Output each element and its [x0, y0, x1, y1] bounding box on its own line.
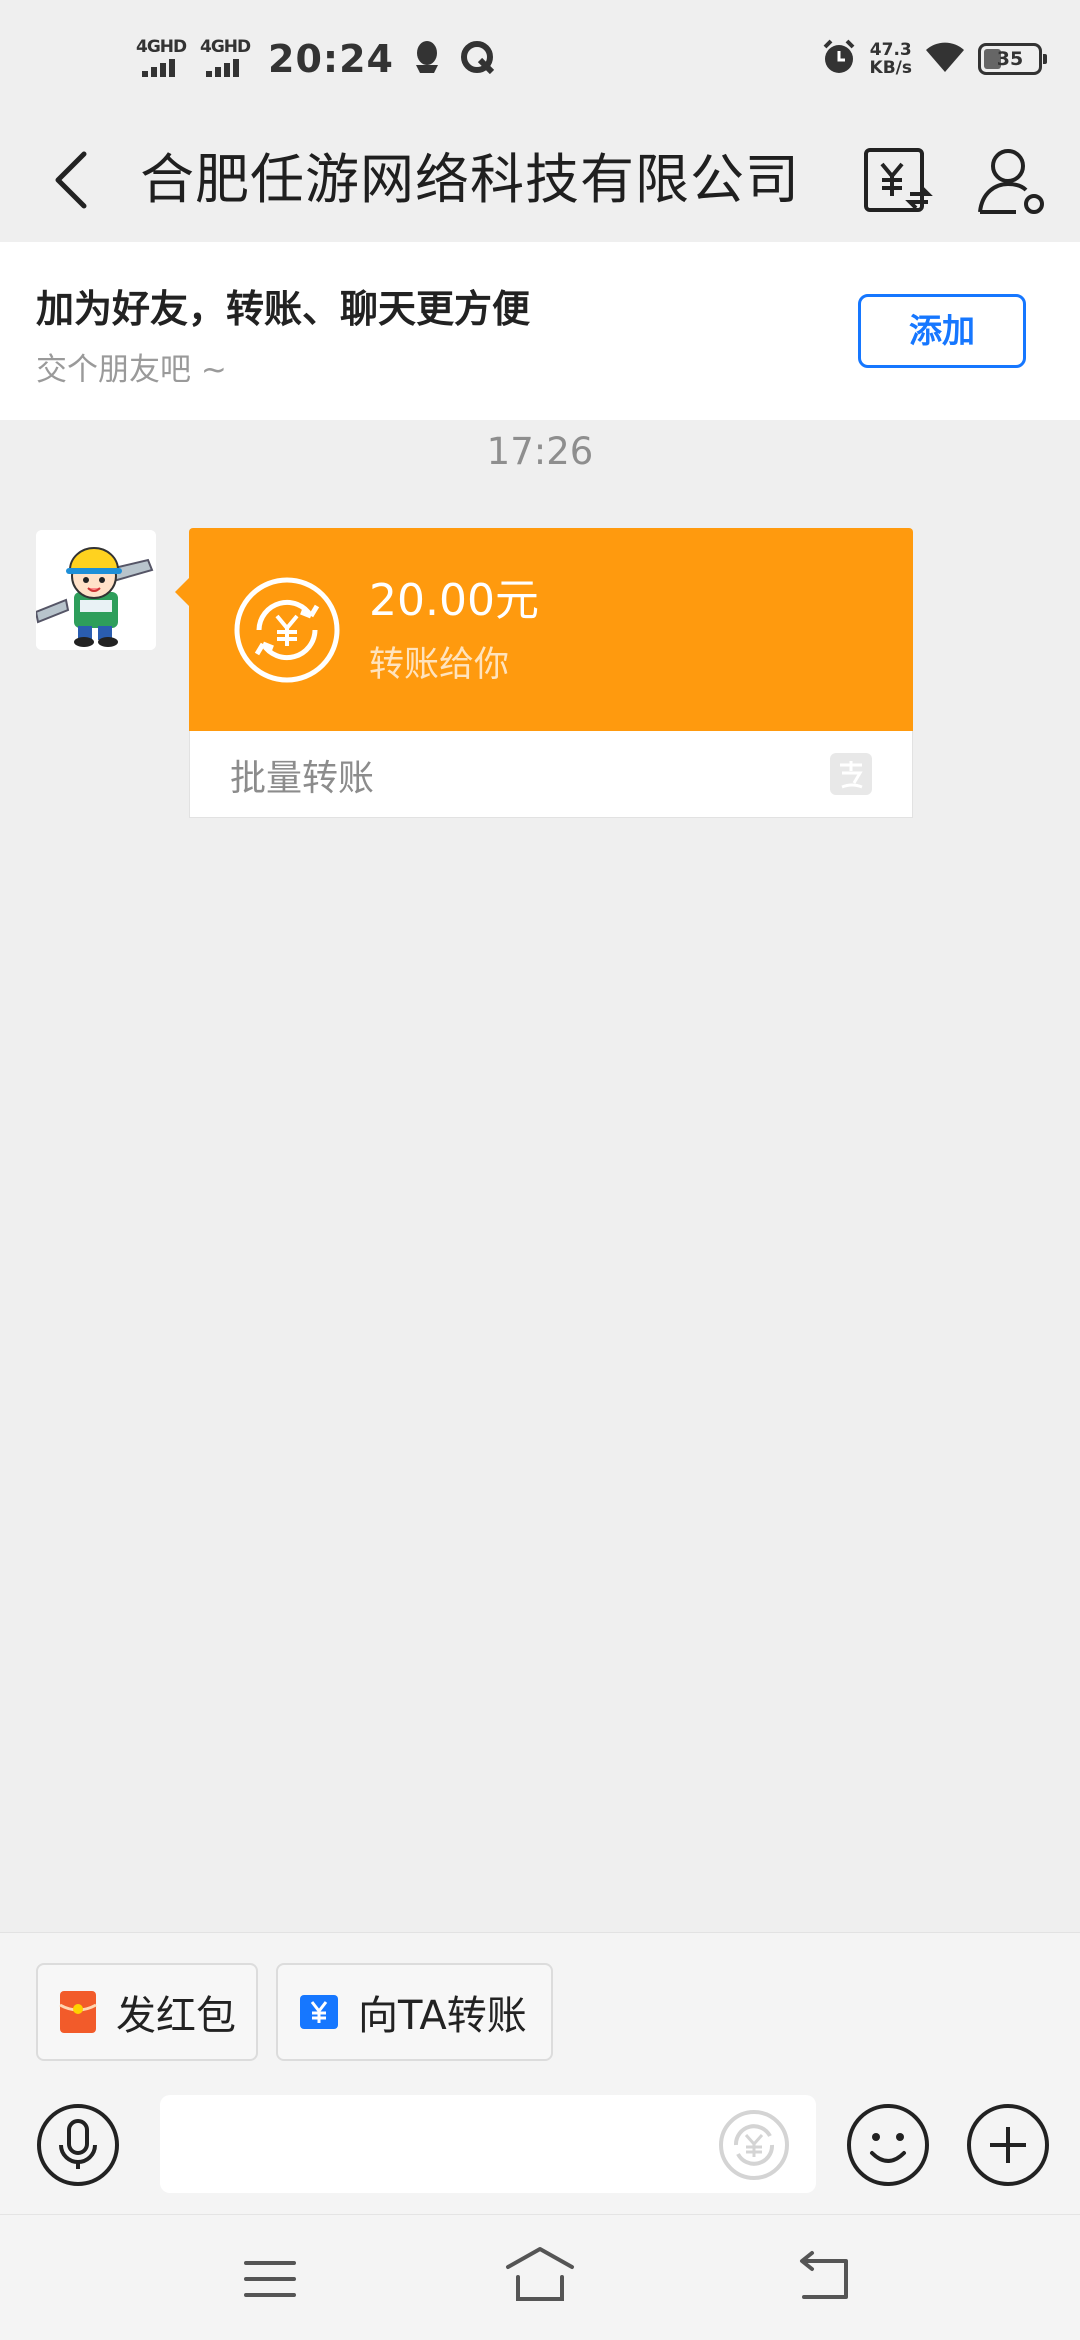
- transfer-amount: 20.00元: [369, 575, 539, 626]
- transfer-icon: [864, 148, 933, 212]
- yuan-card-icon: [300, 1995, 338, 2029]
- add-friend-button[interactable]: 添加: [858, 294, 1026, 368]
- nav-back-button[interactable]: [790, 2245, 856, 2305]
- banner-title: 加为好友，转账、聊天更方便: [36, 287, 531, 331]
- profile-settings-button[interactable]: [972, 136, 1052, 226]
- avatar-cartoon-worker: [36, 530, 156, 650]
- alipay-icon: [830, 753, 872, 795]
- voice-input-button[interactable]: [36, 2103, 120, 2187]
- nav-home-button[interactable]: [504, 2243, 576, 2307]
- transfer-card-footer: 批量转账: [189, 731, 913, 818]
- battery-icon: 35: [978, 43, 1047, 75]
- transfer-card-top: 20.00元 转账给你: [189, 528, 913, 731]
- red-packet-icon: [59, 1991, 97, 2033]
- speed-unit: KB/s: [869, 58, 912, 78]
- add-friend-banner: 加为好友，转账、聊天更方便 交个朋友吧 ~ 添加: [0, 242, 1080, 420]
- status-left: 4GHD 4GHD 20:24: [134, 34, 495, 84]
- message-input-box[interactable]: [160, 2095, 816, 2193]
- transfer-description: 转账给你: [369, 645, 510, 685]
- chat-title: 合肥任游网络科技有限公司: [140, 148, 800, 211]
- home-icon: [506, 2247, 574, 2301]
- speed-value: 47.3: [869, 40, 912, 60]
- menu-icon: [244, 2261, 296, 2297]
- profile-settings-icon: [978, 149, 1044, 214]
- message-timestamp: 17:26: [486, 430, 594, 473]
- more-options-button[interactable]: [966, 2103, 1050, 2187]
- back-arrow-icon: [55, 151, 87, 209]
- ball-icon: [460, 40, 495, 78]
- signal-1-icon: 4GHD: [134, 37, 190, 81]
- plus-icon: [967, 2104, 1049, 2186]
- transfer-button[interactable]: [858, 136, 938, 226]
- transfer-to-ta-button[interactable]: 向TA转账: [276, 1963, 553, 2061]
- red-packet-label: 发红包: [116, 1993, 236, 2039]
- transfer-message-bubble[interactable]: 20.00元 转账给你 批量转账: [175, 528, 913, 818]
- nav-menu-button[interactable]: [240, 2251, 300, 2307]
- status-bar: 4GHD 4GHD 20:24 47.3 KB/s 35: [0, 0, 1080, 120]
- avatar[interactable]: [36, 530, 156, 650]
- transfer-coin-icon: [234, 577, 340, 683]
- message-composer: 发红包 向TA转账: [0, 1932, 1080, 2214]
- qq-icon: [412, 39, 442, 79]
- back-button[interactable]: [40, 140, 110, 220]
- banner-subtitle: 交个朋友吧 ~: [36, 352, 227, 388]
- transfer-coin-icon[interactable]: [718, 2109, 790, 2181]
- back-icon: [800, 2251, 848, 2299]
- transfer-to-ta-label: 向TA转账: [358, 1993, 527, 2039]
- batch-transfer-label: 批量转账: [230, 758, 375, 799]
- wifi-icon: [924, 40, 966, 78]
- emoji-icon: [847, 2104, 929, 2186]
- microphone-icon: [37, 2104, 119, 2186]
- send-red-packet-button[interactable]: 发红包: [36, 1963, 258, 2061]
- status-time: 20:24: [268, 37, 394, 81]
- signal-2-label: 4GHD: [200, 37, 251, 57]
- emoji-button[interactable]: [846, 2103, 930, 2187]
- system-nav-bar: [0, 2214, 1080, 2340]
- alarm-icon: [820, 38, 858, 80]
- status-right: 47.3 KB/s 35: [820, 34, 1047, 84]
- chat-header: 合肥任游网络科技有限公司: [0, 120, 1080, 242]
- signal-2-icon: 4GHD: [198, 37, 254, 81]
- signal-1-label: 4GHD: [136, 37, 187, 57]
- battery-level: 35: [996, 48, 1024, 70]
- message-input[interactable]: [160, 2095, 720, 2193]
- network-speed: 47.3 KB/s: [870, 41, 912, 77]
